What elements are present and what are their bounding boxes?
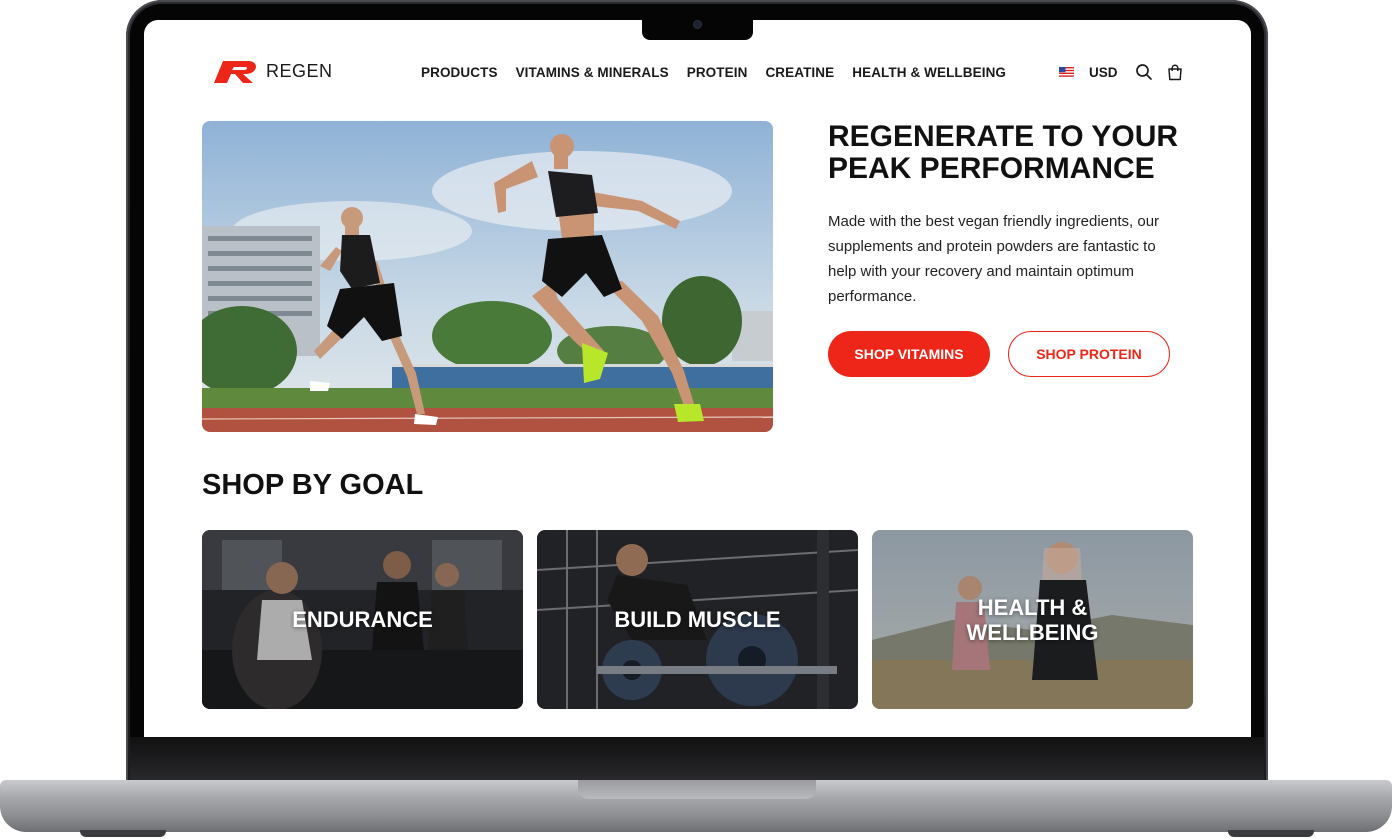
nav-item-creatine[interactable]: CREATINE	[765, 65, 834, 80]
currency-selector[interactable]: USD	[1089, 65, 1118, 80]
goal-card-endurance[interactable]: ENDURANCE	[202, 530, 523, 709]
goal-card-build-muscle[interactable]: BUILD MUSCLE	[537, 530, 858, 709]
nav-item-protein[interactable]: PROTEIN	[687, 65, 748, 80]
main-nav: PRODUCTS VITAMINS & MINERALS PROTEIN CRE…	[421, 65, 1006, 80]
runners-illustration	[202, 121, 773, 432]
nav-item-vitamins-minerals[interactable]: VITAMINS & MINERALS	[516, 65, 669, 80]
goal-label-endurance: ENDURANCE	[292, 607, 433, 632]
hero-image	[202, 121, 773, 432]
shop-vitamins-button[interactable]: SHOP VITAMINS	[828, 331, 990, 377]
cart-icon[interactable]	[1167, 64, 1183, 81]
laptop-foot-left	[80, 830, 166, 837]
website-screen: REGEN PRODUCTS VITAMINS & MINERALS PROTE…	[144, 20, 1251, 737]
search-icon[interactable]	[1135, 63, 1153, 81]
laptop-foot-right	[1228, 830, 1314, 837]
us-flag-icon[interactable]	[1059, 67, 1074, 77]
hero-description: Made with the best vegan friendly ingred…	[828, 213, 1160, 305]
camera-icon	[694, 21, 701, 28]
shop-by-goal-title: SHOP BY GOAL	[202, 469, 424, 501]
laptop-chin	[130, 737, 1264, 782]
regen-logo-icon	[214, 61, 256, 83]
goal-label-health-wellbeing: HEALTH & WELLBEING	[966, 594, 1099, 645]
brand-name: REGEN	[266, 60, 333, 81]
nav-item-products[interactable]: PRODUCTS	[421, 65, 498, 80]
hero-title: REGENERATE TO YOUR PEAK PERFORMANCE	[828, 120, 1179, 185]
header-tools: USD	[1059, 63, 1183, 81]
brand-logo[interactable]: REGEN	[212, 58, 333, 84]
shop-protein-button[interactable]: SHOP PROTEIN	[1008, 331, 1170, 377]
goal-label-build-muscle: BUILD MUSCLE	[614, 607, 781, 632]
nav-item-health-wellbeing[interactable]: HEALTH & WELLBEING	[852, 65, 1006, 80]
goal-card-health-wellbeing[interactable]: HEALTH & WELLBEING	[872, 530, 1193, 709]
laptop-base-notch	[578, 780, 816, 799]
